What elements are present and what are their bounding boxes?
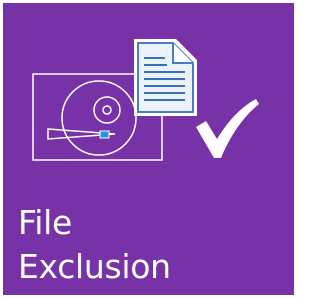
tile-label: File Exclusion (18, 201, 171, 289)
tile-label-line-2: Exclusion (18, 247, 171, 286)
tile-label-line-1: File (18, 203, 73, 242)
checkmark-icon (196, 99, 259, 158)
document-icon (134, 39, 197, 116)
file-exclusion-tile[interactable]: File Exclusion (0, 0, 297, 298)
